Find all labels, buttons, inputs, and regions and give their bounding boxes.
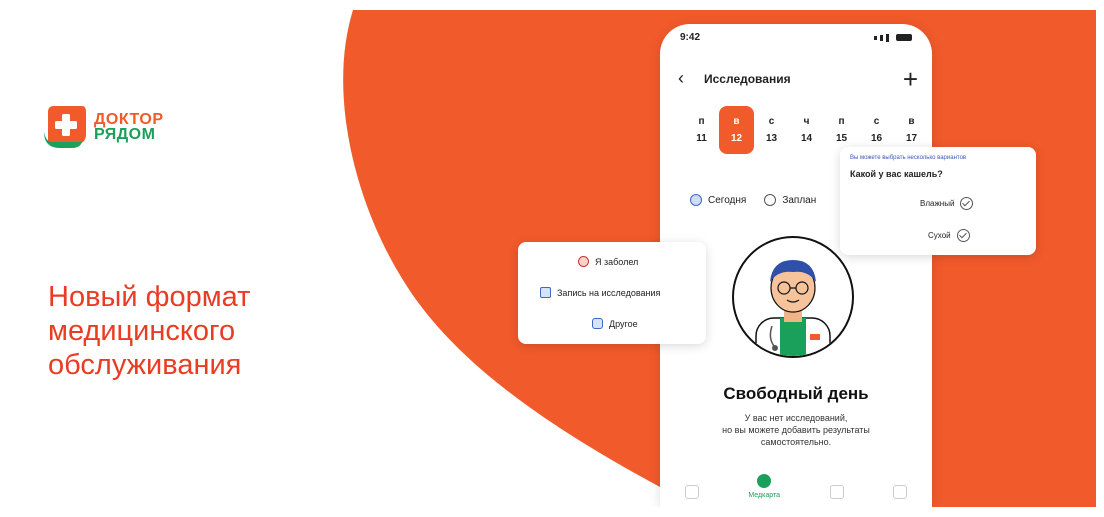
tab-chat[interactable] [893, 485, 908, 499]
filter-pills: Сегодня Заплан [690, 194, 816, 206]
day-number: 16 [870, 133, 883, 144]
headline-line-2: медицинского [48, 315, 236, 347]
status-icons [874, 32, 912, 43]
tab-label: Медкарта [748, 492, 780, 499]
menu-item-research[interactable]: Запись на исследования [540, 287, 660, 298]
doctor-illustration [732, 236, 854, 358]
empty-state-line: но вы можете добавить результаты [722, 425, 870, 435]
day-label: с [768, 116, 775, 127]
home-icon [684, 485, 699, 499]
brand-line-2: РЯДОМ [94, 126, 156, 143]
day-number: 11 [696, 133, 707, 144]
headline: Новый формат медицинского обслуживания [48, 280, 348, 382]
flask-icon [540, 287, 551, 298]
day-label: ч [803, 116, 810, 127]
brand-line-1: ДОКТОР [94, 111, 164, 128]
signal-bar-icon [886, 33, 889, 42]
option-label: Влажный [920, 199, 955, 208]
clock-icon [764, 194, 777, 206]
day-label: в [733, 116, 740, 127]
day-item-selected[interactable]: в 12 [719, 106, 754, 154]
day-label: п [838, 116, 845, 127]
menu-item-label: Запись на исследования [557, 287, 661, 298]
headline-line-3: обслуживания [48, 349, 242, 381]
option-wet[interactable]: Влажный [920, 197, 974, 210]
empty-state-line: У вас нет исследований, [744, 413, 848, 423]
tab-home[interactable] [684, 485, 699, 499]
chevron-left-icon[interactable]: ‹ [678, 68, 696, 89]
status-bar: 9:42 [680, 32, 912, 43]
option-dry[interactable]: Сухой [928, 229, 970, 242]
tab-medcard[interactable]: Медкарта [748, 474, 780, 499]
battery-icon [896, 34, 912, 41]
brand-name: ДОКТОР РЯДОМ [94, 111, 164, 143]
day-number: 17 [905, 133, 918, 144]
doctor-avatar-icon [755, 260, 831, 356]
medical-cross-logo-icon [44, 106, 86, 148]
check-circle-icon [960, 197, 974, 210]
signal-icon [874, 35, 877, 40]
day-number: 13 [765, 133, 778, 144]
day-label: с [873, 116, 880, 127]
pill-today[interactable]: Сегодня [690, 194, 746, 206]
empty-state-title: Свободный день [723, 384, 869, 403]
sick-icon [578, 256, 589, 267]
day-number: 14 [800, 133, 813, 144]
day-item[interactable]: п 11 [684, 106, 719, 154]
pill-label: Сегодня [708, 194, 747, 206]
tab-documents[interactable] [829, 485, 844, 499]
plus-icon[interactable]: + [903, 66, 918, 92]
menu-item-sick[interactable]: Я заболел [578, 256, 638, 267]
menu-item-label: Я заболел [595, 256, 639, 267]
page-title: Исследования [704, 71, 791, 86]
brand-logo: ДОКТОР РЯДОМ [42, 104, 164, 150]
check-circle-icon [956, 229, 970, 242]
reason-menu-card: Я заболел Запись на исследования Другое [518, 242, 706, 344]
day-label: в [908, 116, 915, 127]
empty-state-text: У вас нет исследований, но вы можете доб… [700, 412, 892, 448]
question-text: Какой у вас кашель? [850, 169, 943, 179]
pill-planned[interactable]: Заплан [764, 194, 816, 206]
question-hint: Вы можете выбрать несколько вариантов [850, 155, 967, 161]
banner: ДОКТОР РЯДОМ Новый формат медицинского о… [8, 10, 1096, 507]
empty-state-line: самостоятельно. [760, 437, 832, 447]
day-item[interactable]: ч 14 [789, 106, 824, 154]
document-icon [829, 485, 844, 499]
day-number: 15 [835, 133, 848, 144]
menu-item-other[interactable]: Другое [592, 318, 638, 329]
day-number: 12 [730, 133, 743, 144]
tab-bar: Медкарта [660, 474, 932, 499]
menu-item-label: Другое [609, 318, 638, 329]
day-label: п [698, 116, 705, 127]
day-item[interactable]: с 13 [754, 106, 789, 154]
nav-bar: ‹ Исследования + [678, 66, 918, 92]
pill-label: Заплан [782, 194, 817, 206]
headline-line-1: Новый формат [48, 281, 251, 313]
signal-bar-icon [880, 34, 883, 41]
option-label: Сухой [928, 231, 951, 240]
message-icon [592, 318, 603, 329]
calendar-icon [690, 194, 702, 206]
chat-icon [893, 485, 908, 499]
medcard-icon [757, 474, 772, 488]
question-card: Вы можете выбрать несколько вариантов Ка… [840, 147, 1036, 255]
status-time: 9:42 [680, 32, 701, 43]
